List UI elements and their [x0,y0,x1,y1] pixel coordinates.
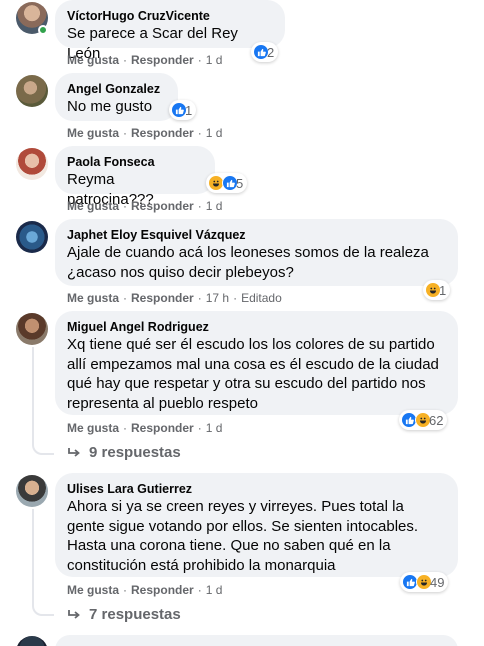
comment-text-line: Ajale de cuando acá los leoneses somos d… [67,244,429,261]
comment-text-line: representa al pueblo respeto [67,394,258,412]
comment-text: No me gusto [67,98,153,115]
separator: · [123,126,128,140]
like-button[interactable]: Me gusta [67,421,119,435]
separator: · [197,583,202,597]
avatar[interactable] [16,636,48,646]
reply-button[interactable]: Responder [131,291,194,305]
reaction-count: 5 [236,175,244,191]
timestamp[interactable]: 1 d [206,53,223,67]
comment-text-line: Hasta una corona tiene. Que no saben qué… [67,537,391,554]
like-button[interactable]: Me gusta [67,583,119,597]
comment-text-line: ¿acaso nos quiso decir plebeyos? [67,263,294,281]
like-button[interactable]: Me gusta [67,53,119,67]
separator: · [197,421,202,435]
reply-button[interactable]: Responder [131,53,194,67]
reply-arrow-icon [68,447,80,457]
reply-arrow-icon [68,609,80,619]
reaction-summary[interactable]: 62 [399,410,448,430]
thread-line [32,509,34,606]
avatar[interactable] [16,475,48,507]
reaction-count: 62 [429,412,444,428]
like-button[interactable]: Me gusta [67,199,119,213]
avatar[interactable] [16,313,48,345]
reaction-count: 1 [439,282,447,298]
reply-button[interactable]: Responder [131,199,194,213]
thread-connector [32,598,54,616]
comment-actions: Me gusta · Responder · 1 d [67,126,222,140]
timestamp[interactable]: 1 d [206,421,223,435]
reaction-count: 1 [185,102,193,118]
reaction-summary[interactable]: 49 [400,572,449,592]
reaction-summary[interactable]: 1 [423,280,451,300]
comment-actions: Me gusta · Responder · 1 d [67,199,222,213]
separator: · [123,291,128,305]
comment-bubble [55,635,458,646]
comment-text-line: Ahora si ya se creen reyes y virreyes. P… [67,498,404,515]
timestamp[interactable]: 1 d [206,126,223,140]
separator: · [197,199,202,213]
comment-text-line: constitución está prohibido la monarquia [67,556,336,574]
separator: · [197,126,202,140]
separator: · [197,291,202,305]
avatar[interactable] [16,148,48,180]
replies-label: 7 respuestas [89,606,181,623]
comment-bubble: Paola Fonseca Reyma patrocina??? [55,146,215,208]
timestamp[interactable]: 1 d [206,583,223,597]
timestamp[interactable]: 17 h [206,291,229,305]
comment-author[interactable]: Angel Gonzalez [67,81,166,97]
thread-line [32,347,34,444]
comment-author[interactable]: VíctorHugo CruzVicente [67,8,273,24]
online-status-icon [38,25,48,35]
separator: · [233,291,238,305]
comment-actions: Me gusta · Responder · 1 d [67,53,222,67]
separator: · [197,53,202,67]
separator: · [123,53,128,67]
separator: · [123,583,128,597]
comment-bubble: VíctorHugo CruzVicente Se parece a Scar … [55,0,285,62]
comment-text-line: qué hay que respetar y otra su escudo de… [67,375,426,392]
reply-button[interactable]: Responder [131,583,194,597]
reply-button[interactable]: Responder [131,126,194,140]
view-replies-button[interactable]: 9 respuestas [67,444,181,461]
comment-author[interactable]: Ulises Lara Gutierrez [67,481,446,497]
reaction-summary[interactable]: 2 [251,42,279,62]
comment-bubble: Angel Gonzalez No me gusto [55,73,178,121]
comment-text-line: Xq tiene qué ser él escudo los los color… [67,336,435,353]
reaction-summary[interactable]: 1 [169,100,197,120]
comment-bubble: Japhet Eloy Esquivel Vázquez Ajale de cu… [55,219,458,286]
separator: · [123,421,128,435]
like-button[interactable]: Me gusta [67,291,119,305]
reply-button[interactable]: Responder [131,421,194,435]
comment-author[interactable]: Miguel Angel Rodriguez [67,319,446,335]
reaction-summary[interactable]: 5 [206,173,248,193]
replies-label: 9 respuestas [89,444,181,461]
comment-actions: Me gusta · Responder · 1 d [67,583,222,597]
comment-actions: Me gusta · Responder · 17 h · Editado [67,291,282,305]
edited-label[interactable]: Editado [241,291,282,305]
comment-bubble: Miguel Angel Rodriguez Xq tiene qué ser … [55,311,458,415]
avatar[interactable] [16,75,48,107]
comment-text-line: allí empezamos mal una cosa es él escudo… [67,355,439,373]
comment-text-line: gente sigue votando por ellos. Se siente… [67,517,419,535]
comment-author[interactable]: Paola Fonseca [67,154,203,170]
separator: · [123,199,128,213]
reaction-count: 49 [430,574,445,590]
comment-bubble: Ulises Lara Gutierrez Ahora si ya se cre… [55,473,458,577]
reaction-count: 2 [267,44,275,60]
comment-actions: Me gusta · Responder · 1 d [67,421,222,435]
like-button[interactable]: Me gusta [67,126,119,140]
thread-connector [32,437,54,455]
timestamp[interactable]: 1 d [206,199,223,213]
avatar[interactable] [16,221,48,253]
comment-author[interactable]: Japhet Eloy Esquivel Vázquez [67,227,446,243]
view-replies-button[interactable]: 7 respuestas [67,606,181,623]
